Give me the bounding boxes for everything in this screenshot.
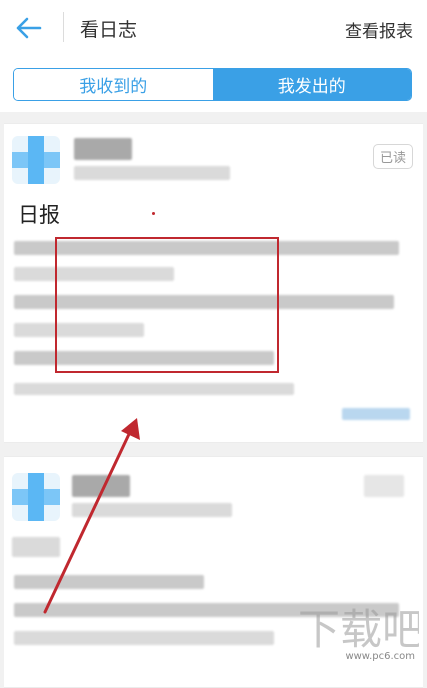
annotation-arrow [43,418,140,614]
svg-text:下载吧: 下载吧 [298,605,419,654]
watermark-url: www.pc6.com [345,651,415,662]
